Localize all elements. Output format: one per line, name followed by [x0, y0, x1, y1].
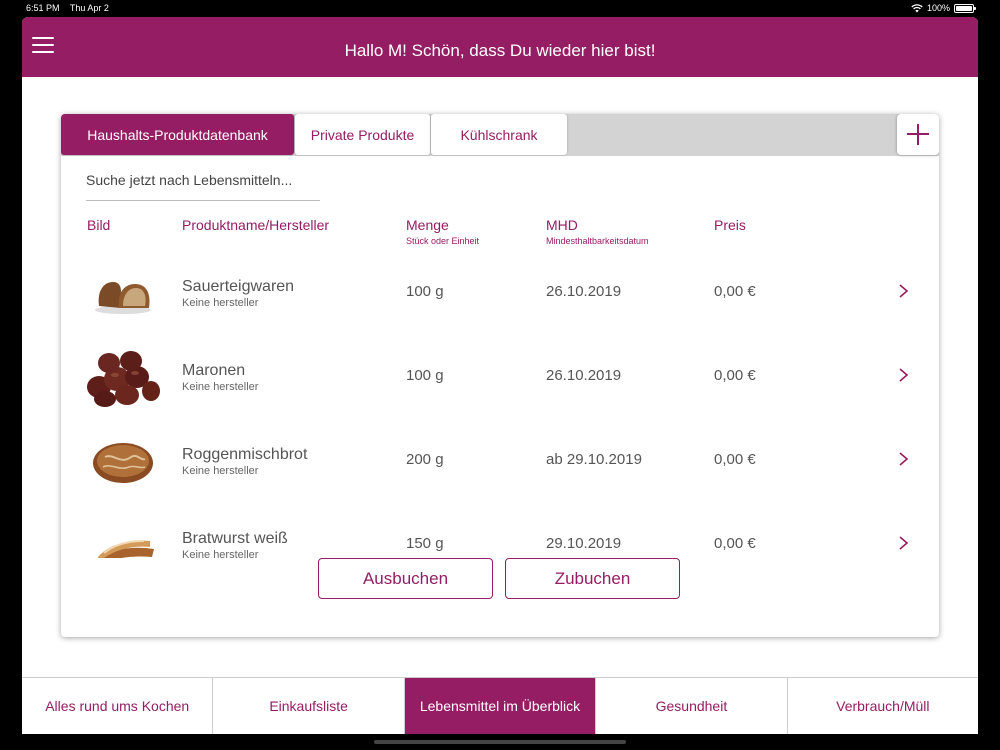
product-mhd: 29.10.2019: [546, 535, 622, 552]
product-row[interactable]: Maronen Keine hersteller 100 g 26.10.201…: [61, 336, 939, 420]
search-input[interactable]: Suche jetzt nach Lebensmitteln...: [86, 172, 320, 201]
wifi-icon: [911, 3, 923, 12]
product-name: Roggenmischbrot: [182, 446, 308, 463]
nav-gesundheit[interactable]: Gesundheit: [596, 678, 788, 734]
column-header-menge-sub: Stück oder Einheit: [406, 236, 480, 246]
product-preis: 0,00 €: [714, 535, 756, 552]
column-header-menge: Menge Stück oder Einheit: [406, 217, 479, 246]
chevron-right-icon[interactable]: [897, 284, 909, 298]
product-row[interactable]: Sauerteigwaren Keine hersteller 100 g 26…: [61, 252, 939, 336]
bottom-navigation: Alles rund ums Kochen Einkaufsliste Lebe…: [22, 677, 978, 734]
column-header-menge-label: Menge: [406, 217, 449, 233]
product-mhd: 26.10.2019: [546, 367, 622, 384]
product-name: Sauerteigwaren: [182, 278, 295, 295]
product-menge: 200 g: [406, 451, 444, 468]
chevron-right-icon[interactable]: [897, 452, 909, 466]
product-row[interactable]: Bratwurst weiß Keine hersteller 150 g 29…: [61, 504, 939, 558]
chestnuts-image: [85, 350, 161, 407]
tab-haushalts-produktdatenbank[interactable]: Haushalts-Produktdatenbank: [61, 114, 294, 155]
chevron-right-icon[interactable]: [897, 368, 909, 382]
product-card: Haushalts-Produktdatenbank Private Produ…: [61, 114, 939, 637]
tab-bar: Haushalts-Produktdatenbank Private Produ…: [61, 114, 939, 156]
battery-percent: 100%: [926, 3, 950, 13]
column-header-mhd: MHD Mindesthaltbarkeitsdatum: [546, 217, 649, 246]
product-preis: 0,00 €: [714, 367, 756, 384]
product-maker: Keine hersteller: [182, 465, 259, 477]
column-header-mhd-sub: Mindesthaltbarkeitsdatum: [546, 236, 649, 246]
nav-einkaufsliste[interactable]: Einkaufsliste: [213, 678, 405, 734]
nav-verbrauch-muell[interactable]: Verbrauch/Müll: [788, 678, 978, 734]
column-header-mhd-label: MHD: [546, 217, 578, 233]
greeting-title: Hallo M! Schön, dass Du wieder hier bist…: [344, 41, 656, 60]
product-maker: Keine hersteller: [182, 297, 259, 309]
zubuchen-button[interactable]: Zubuchen: [505, 558, 680, 599]
product-mhd: 26.10.2019: [546, 283, 622, 300]
product-name: Maronen: [182, 362, 246, 379]
product-menge: 100 g: [406, 367, 444, 384]
product-maker: Keine hersteller: [182, 549, 259, 558]
app-header: Hallo M! Schön, dass Du wieder hier bist…: [22, 17, 978, 77]
column-header-name: Produktname/Hersteller: [182, 217, 330, 233]
product-menge: 100 g: [406, 283, 444, 300]
bratwurst-image: [85, 518, 161, 558]
status-bar: 6:51 PM Thu Apr 2 100%: [0, 0, 1000, 17]
product-mhd: ab 29.10.2019: [546, 451, 642, 468]
product-list: Sauerteigwaren Keine hersteller 100 g 26…: [61, 252, 939, 558]
column-header-bild: Bild: [87, 217, 111, 233]
round-bread-image: [85, 434, 161, 490]
home-indicator[interactable]: [374, 740, 626, 744]
status-date: Thu Apr 2: [69, 3, 109, 13]
chevron-right-icon[interactable]: [897, 536, 909, 550]
ausbuchen-button[interactable]: Ausbuchen: [318, 558, 493, 599]
bread-slice-image: [85, 266, 161, 322]
column-header-preis: Preis: [714, 217, 746, 233]
product-row[interactable]: Roggenmischbrot Keine hersteller 200 g a…: [61, 420, 939, 504]
product-menge: 150 g: [406, 535, 444, 552]
product-maker: Keine hersteller: [182, 381, 259, 393]
product-preis: 0,00 €: [714, 451, 756, 468]
nav-alles-rund-ums-kochen[interactable]: Alles rund ums Kochen: [22, 678, 214, 734]
product-name: Bratwurst weiß: [182, 530, 288, 547]
status-time: 6:51 PM: [26, 3, 60, 13]
app-window: Hallo M! Schön, dass Du wieder hier bist…: [22, 17, 978, 734]
nav-lebensmittel-im-ueberblick[interactable]: Lebensmittel im Überblick: [404, 678, 597, 734]
product-preis: 0,00 €: [714, 283, 756, 300]
battery-icon: [954, 3, 976, 13]
tab-private-produkte[interactable]: Private Produkte: [295, 114, 430, 155]
add-plus-button[interactable]: [897, 114, 939, 155]
tab-kuehlschrank[interactable]: Kühlschrank: [431, 114, 567, 155]
